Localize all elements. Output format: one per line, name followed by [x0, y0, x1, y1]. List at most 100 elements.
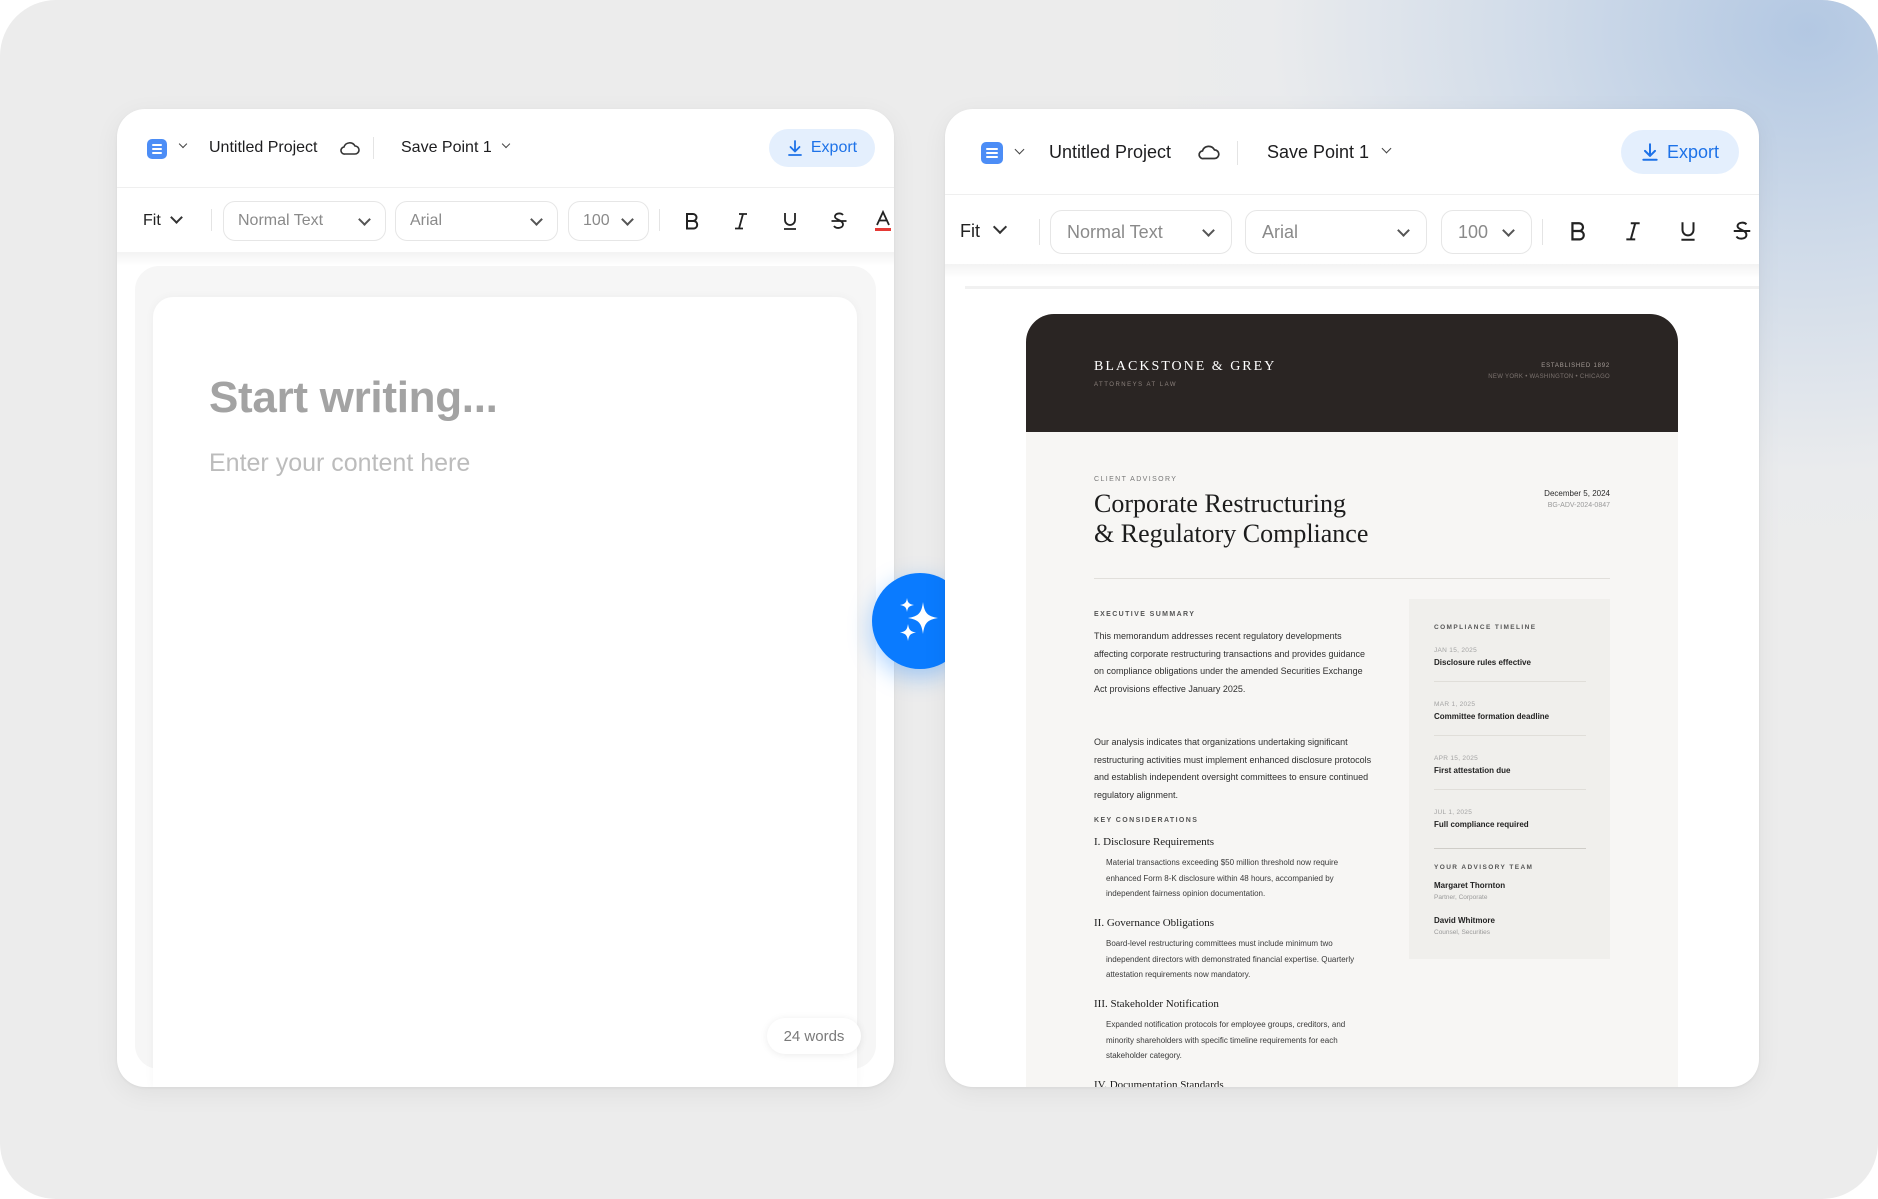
- text-color-icon[interactable]: [873, 208, 893, 234]
- document-ref: BG-ADV-2024-0847: [1547, 502, 1610, 509]
- section-heading: IV. Documentation Standards: [1094, 1079, 1224, 1087]
- toolbar-shadow: [117, 252, 894, 266]
- document-label: CLIENT ADVISORY: [1094, 476, 1178, 483]
- page-edge: [965, 286, 1759, 289]
- title-line-2: & Regulatory Compliance: [1094, 519, 1369, 548]
- timeline-item: Full compliance required: [1434, 820, 1529, 829]
- bold-icon[interactable]: [680, 208, 704, 234]
- document-date: December 5, 2024: [1544, 489, 1610, 498]
- divider: [1434, 789, 1586, 790]
- divider: [211, 209, 212, 231]
- divider: [373, 137, 374, 159]
- strikethrough-icon[interactable]: [827, 208, 851, 234]
- chevron-down-icon: [1202, 223, 1215, 237]
- divider: [1039, 219, 1040, 245]
- document-icon[interactable]: [147, 139, 167, 159]
- sidebar-card: COMPLIANCE TIMELINE JAN 15, 2025 Disclos…: [1409, 599, 1610, 959]
- chevron-down-icon[interactable]: [992, 219, 1008, 235]
- divider: [659, 209, 660, 231]
- section-heading: III. Stakeholder Notification: [1094, 998, 1219, 1010]
- font-size-select[interactable]: 100: [1441, 210, 1532, 254]
- editor-panel: Untitled Project Save Point 1 Export Fit…: [117, 109, 894, 1087]
- save-point-selector[interactable]: Save Point 1: [1267, 142, 1369, 163]
- font-size-select[interactable]: 100: [568, 201, 649, 241]
- chevron-down-icon: [530, 212, 543, 226]
- preview-topbar: Untitled Project Save Point 1 Export: [945, 109, 1759, 179]
- team-label: YOUR ADVISORY TEAM: [1434, 864, 1534, 871]
- key-considerations-label: KEY CONSIDERATIONS: [1094, 817, 1199, 824]
- format-toolbar: Fit Normal Text Arial 100: [945, 194, 1759, 265]
- chevron-down-icon: [1397, 223, 1410, 237]
- underline-icon[interactable]: [1675, 217, 1701, 245]
- cloud-icon: [340, 142, 360, 155]
- save-point-selector[interactable]: Save Point 1: [401, 139, 492, 157]
- download-icon: [1642, 143, 1658, 161]
- established-text: ESTABLISHED 1892: [1541, 363, 1610, 369]
- text-style-select[interactable]: Normal Text: [1050, 210, 1232, 254]
- project-title[interactable]: Untitled Project: [209, 139, 318, 157]
- chevron-down-icon[interactable]: [170, 211, 183, 224]
- timeline-label: COMPLIANCE TIMELINE: [1434, 624, 1537, 631]
- divider: [1094, 578, 1610, 579]
- section-body: Material transactions exceeding $50 mill…: [1106, 858, 1339, 898]
- font-size-value: 100: [1458, 221, 1489, 242]
- italic-icon[interactable]: [1620, 217, 1646, 245]
- chevron-down-icon[interactable]: [1014, 144, 1025, 155]
- export-label: Export: [1666, 141, 1720, 162]
- placeholder-title[interactable]: Start writing...: [209, 373, 498, 423]
- font-size-value: 100: [583, 212, 610, 229]
- text-style-select[interactable]: Normal Text: [223, 201, 386, 241]
- timeline-date: JUL 1, 2025: [1434, 809, 1473, 816]
- chevron-down-icon: [621, 212, 634, 226]
- strikethrough-icon[interactable]: [1729, 217, 1755, 245]
- document-icon[interactable]: [981, 142, 1003, 164]
- format-toolbar: Fit Normal Text Arial 100: [117, 187, 894, 253]
- cloud-icon: [1198, 145, 1220, 160]
- cities-text: NEW YORK • WASHINGTON • CHICAGO: [1488, 374, 1610, 380]
- text-style-value: Normal Text: [238, 212, 324, 229]
- firm-subtitle: ATTORNEYS AT LAW: [1094, 382, 1178, 388]
- exec-summary-label: EXECUTIVE SUMMARY: [1094, 611, 1196, 618]
- divider: [1434, 681, 1586, 682]
- bold-icon[interactable]: [1565, 217, 1591, 245]
- document-title: Corporate Restructuring & Regulatory Com…: [1094, 489, 1368, 549]
- export-label: Export: [810, 139, 858, 156]
- divider: [1237, 141, 1238, 165]
- font-select[interactable]: Arial: [1245, 210, 1427, 254]
- timeline-item: First attestation due: [1434, 766, 1511, 775]
- exec-paragraph-1: This memorandum addresses recent regulat…: [1094, 631, 1365, 694]
- font-value: Arial: [410, 212, 443, 229]
- sparkle-icon: [900, 598, 938, 641]
- chevron-down-icon[interactable]: [178, 139, 188, 149]
- chevron-down-icon[interactable]: [1381, 143, 1392, 154]
- text-style-value: Normal Text: [1067, 221, 1163, 242]
- section-heading: I. Disclosure Requirements: [1094, 836, 1215, 848]
- timeline-item: Disclosure rules effective: [1434, 658, 1531, 667]
- app-frame: Untitled Project Save Point 1 Export Fit…: [0, 0, 1878, 1199]
- export-button[interactable]: Export: [769, 129, 875, 167]
- project-title[interactable]: Untitled Project: [1049, 142, 1171, 163]
- chevron-down-icon: [1502, 223, 1515, 237]
- zoom-selector[interactable]: Fit: [960, 221, 980, 242]
- document-header: BLACKSTONE & GREY ATTORNEYS AT LAW ESTAB…: [1026, 314, 1678, 432]
- export-button[interactable]: Export: [1621, 130, 1739, 174]
- placeholder-body[interactable]: Enter your content here: [209, 449, 470, 478]
- underline-icon[interactable]: [778, 208, 802, 234]
- italic-icon[interactable]: [729, 208, 753, 234]
- exec-paragraph-2: Our analysis indicates that organization…: [1094, 737, 1372, 800]
- toolbar-shadow: [945, 264, 1759, 278]
- word-count-badge: 24 words: [767, 1018, 861, 1054]
- advisor-name: Margaret Thornton: [1434, 881, 1506, 890]
- section-body: Board-level restructuring committees mus…: [1106, 939, 1355, 979]
- chevron-down-icon[interactable]: [501, 139, 511, 149]
- chevron-down-icon: [358, 212, 371, 226]
- zoom-selector[interactable]: Fit: [143, 212, 161, 230]
- document-page[interactable]: BLACKSTONE & GREY ATTORNEYS AT LAW ESTAB…: [1026, 314, 1678, 1087]
- divider: [1434, 848, 1586, 849]
- firm-name: BLACKSTONE & GREY: [1094, 359, 1277, 374]
- font-value: Arial: [1262, 221, 1299, 242]
- preview-panel: Untitled Project Save Point 1 Export Fit…: [945, 109, 1759, 1087]
- section-heading: II. Governance Obligations: [1094, 917, 1215, 929]
- advisor-role: Counsel, Securities: [1434, 929, 1490, 936]
- font-select[interactable]: Arial: [395, 201, 558, 241]
